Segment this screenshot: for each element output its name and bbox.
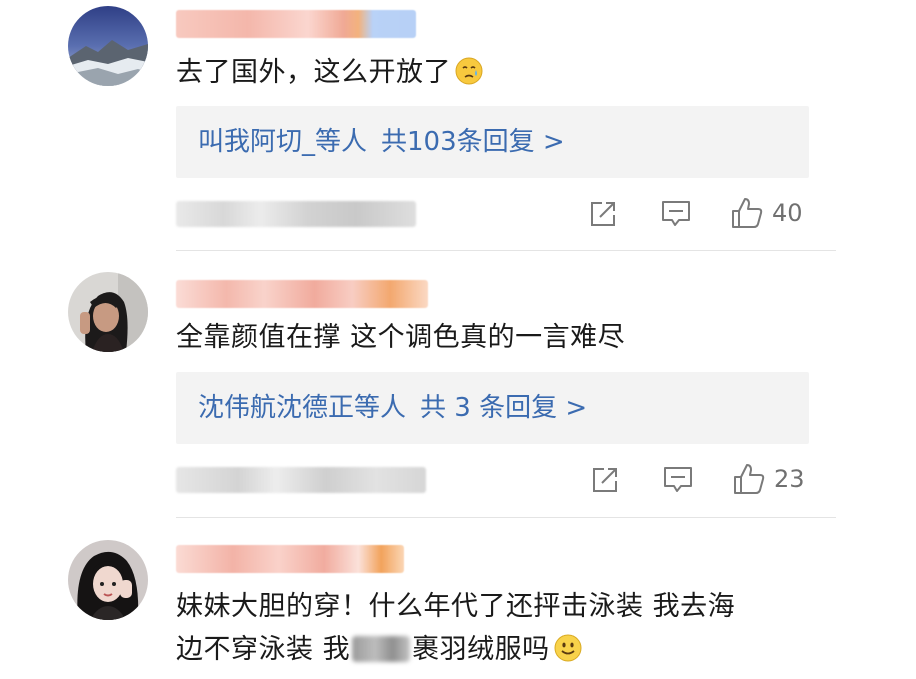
comment-text: 全靠颜值在撑 这个调色真的一言难尽: [176, 322, 626, 353]
like-button[interactable]: 23: [732, 462, 805, 496]
share-button[interactable]: [590, 465, 620, 495]
share-icon: [591, 202, 615, 226]
smiley-face-emoji-icon: [554, 629, 582, 679]
reply-count-link[interactable]: 共103条回复 >: [381, 127, 565, 157]
timestamp-blurred: [176, 467, 426, 493]
timestamp-blurred: [176, 201, 416, 227]
avatar-image: [68, 272, 148, 352]
share-button[interactable]: [588, 199, 618, 229]
reply-preview-box[interactable]: 沈伟航沈德正等人共 3 条回复 >: [176, 372, 809, 444]
divider: [176, 250, 836, 251]
censored-blur: [352, 636, 411, 662]
comment-text-line-2: 边不穿泳装 我裹羽绒服吗: [176, 625, 582, 679]
username-blurred[interactable]: [176, 280, 428, 308]
comment-text: 去了国外，这么开放了: [176, 48, 483, 102]
like-count: 23: [774, 465, 805, 493]
thumbs-up-icon: [732, 198, 763, 228]
comment-button[interactable]: [660, 199, 692, 229]
username-blurred[interactable]: [176, 545, 404, 573]
like-button[interactable]: 40: [730, 196, 803, 230]
avatar-image: [68, 6, 148, 86]
thumbs-up-icon: [734, 464, 765, 494]
comment-icon: [662, 201, 690, 226]
reply-users[interactable]: 沈伟航沈德正等人: [198, 393, 406, 423]
comment-icon: [664, 467, 692, 492]
avatar[interactable]: [68, 6, 148, 86]
reply-users[interactable]: 叫我阿切_等人: [198, 127, 367, 157]
reply-preview-box[interactable]: 叫我阿切_等人 共103条回复 >: [176, 106, 809, 178]
divider: [176, 517, 836, 518]
avatar[interactable]: [68, 272, 148, 352]
sad-face-emoji-icon: [455, 52, 483, 102]
share-icon: [593, 468, 617, 492]
avatar-image: [68, 540, 148, 620]
like-count: 40: [772, 199, 803, 227]
username-blurred[interactable]: [176, 10, 416, 38]
avatar[interactable]: [68, 540, 148, 620]
reply-count-link[interactable]: 共 3 条回复 >: [420, 393, 587, 423]
comment-button[interactable]: [662, 465, 694, 495]
